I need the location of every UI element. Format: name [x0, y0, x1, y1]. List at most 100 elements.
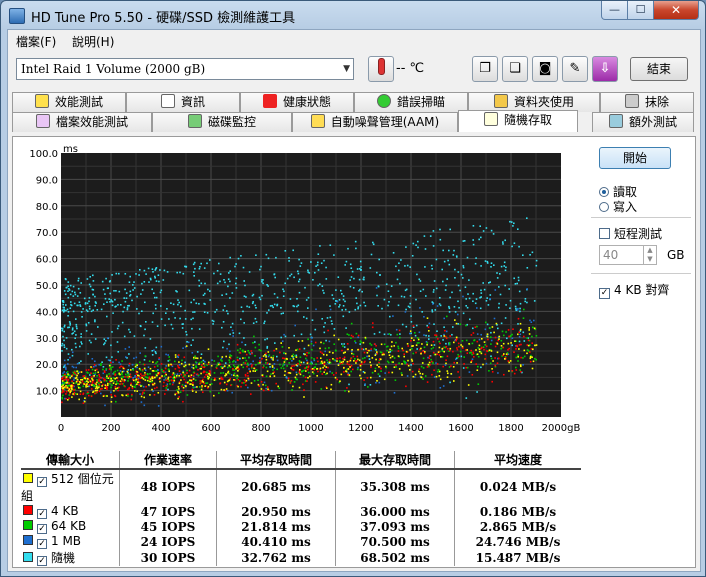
data-point [352, 355, 355, 358]
short-test-size-input[interactable]: 40 ▲ ▼ [599, 245, 657, 265]
copy-icon[interactable]: ❐ [472, 56, 498, 82]
row-name[interactable]: ✓ 64 KB [21, 519, 120, 534]
minimize-button[interactable]: — [601, 1, 628, 20]
data-point [177, 364, 179, 367]
checkmark-icon[interactable]: ✓ [37, 509, 47, 519]
data-point [137, 377, 140, 380]
tab-health[interactable]: 健康狀態 [240, 92, 354, 112]
data-point [342, 298, 345, 301]
tab-info[interactable]: 資訊 [126, 92, 240, 112]
tab-error-scan[interactable]: 錯誤掃瞄 [354, 92, 468, 112]
tab-benchmark[interactable]: 效能測試 [12, 92, 126, 112]
data-point [518, 331, 520, 333]
save-down-icon[interactable]: ⇩ [592, 56, 618, 82]
tab-erase[interactable]: 抹除 [600, 92, 694, 112]
data-point [408, 306, 411, 309]
data-point [398, 368, 401, 370]
data-point [128, 281, 131, 283]
data-point [431, 373, 433, 376]
data-point [390, 295, 392, 298]
data-point [508, 288, 510, 290]
data-point [229, 333, 231, 336]
checkmark-icon[interactable]: ✓ [37, 556, 47, 566]
data-point [77, 277, 80, 280]
row-name[interactable]: ✓ 1 MB [21, 534, 120, 549]
checkmark-icon[interactable]: ✓ [37, 524, 47, 534]
data-point [503, 265, 505, 267]
copy-all-icon[interactable]: ❏ [502, 56, 528, 82]
menu-help[interactable]: 說明(H) [72, 33, 114, 50]
row-name[interactable]: ✓ 4 KB [21, 504, 120, 519]
align-4kb-checkbox[interactable]: ✓ 4 KB 對齊 [599, 281, 669, 299]
data-point [326, 354, 328, 356]
data-point [178, 364, 181, 366]
start-button[interactable]: 開始 [599, 147, 671, 169]
row-max: 35.308 ms [335, 469, 455, 504]
row-name[interactable]: ✓ 隨機 [21, 549, 120, 566]
data-point [466, 256, 469, 259]
checkmark-icon[interactable]: ✓ [37, 539, 47, 549]
data-point [397, 304, 400, 307]
data-point [435, 287, 438, 290]
data-point [426, 343, 428, 346]
data-point [395, 366, 397, 368]
tab-disk-monitor[interactable]: 磁碟監控 [152, 112, 292, 132]
data-point [426, 324, 428, 327]
data-point [377, 305, 379, 307]
data-point [491, 326, 494, 328]
options-icon[interactable]: ✎ [562, 56, 588, 82]
data-point [207, 385, 210, 388]
tab-random-access[interactable]: 隨機存取 [458, 110, 578, 132]
data-point [401, 363, 403, 365]
data-point [471, 353, 473, 356]
data-point [343, 371, 345, 373]
data-point [479, 296, 481, 299]
data-point [198, 328, 201, 330]
data-point [490, 331, 492, 334]
data-point [143, 389, 146, 392]
drive-select[interactable]: Intel Raid 1 Volume (2000 gB) ▼ [16, 58, 354, 80]
menu-file[interactable]: 檔案(F) [16, 33, 56, 50]
tab-aam[interactable]: 自動噪聲管理(AAM) [292, 112, 458, 132]
data-point [441, 347, 444, 350]
tab-file-benchmark[interactable]: 檔案效能測試 [12, 112, 152, 132]
data-point [157, 392, 160, 394]
data-point [184, 361, 186, 364]
data-point [210, 383, 213, 385]
data-point [180, 379, 182, 381]
exit-button[interactable]: 結束 [630, 57, 688, 81]
data-point [401, 347, 403, 350]
title-bar[interactable]: HD Tune Pro 5.50 - 硬碟/SSD 檢測維護工具 — ☐ ✕ [1, 1, 705, 29]
data-point [385, 365, 387, 368]
data-point [166, 383, 169, 385]
data-point [169, 383, 171, 385]
camera-icon[interactable]: ◙ [532, 56, 558, 82]
data-point [115, 290, 117, 292]
y-tick-label: 20.0 [36, 360, 58, 371]
maximize-button[interactable]: ☐ [627, 1, 654, 20]
data-point [358, 278, 361, 281]
data-point [200, 388, 203, 391]
data-point [430, 264, 433, 267]
write-radio[interactable]: 寫入 [599, 198, 637, 215]
tab-folder-usage[interactable]: 資料夾使用 [468, 92, 600, 112]
data-point [410, 337, 413, 339]
data-point [325, 266, 327, 269]
data-point [128, 353, 130, 355]
data-point [402, 349, 404, 352]
data-point [65, 376, 68, 378]
data-point [276, 296, 279, 299]
thermometer-icon[interactable] [368, 56, 394, 82]
data-point [314, 381, 317, 383]
row-name[interactable]: ✓ 512 個位元組 [21, 469, 120, 504]
tab-extra-tests[interactable]: 額外測試 [592, 112, 694, 132]
data-point [307, 368, 309, 371]
checkmark-icon[interactable]: ✓ [37, 477, 47, 487]
data-point [453, 361, 455, 364]
data-point [378, 381, 381, 384]
close-button[interactable]: ✕ [653, 1, 699, 20]
data-point [455, 338, 458, 340]
short-test-checkbox[interactable]: 短程測試 [599, 225, 662, 242]
data-point [370, 348, 372, 350]
data-point [431, 310, 434, 313]
